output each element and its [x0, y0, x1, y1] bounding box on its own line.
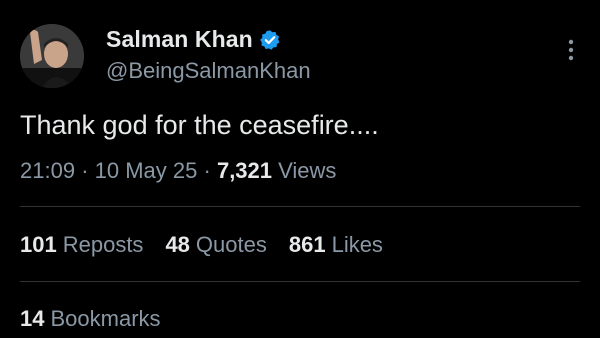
reposts-count: 101: [20, 232, 57, 257]
views-count: 7,321: [216, 158, 273, 183]
divider: [20, 281, 580, 282]
quotes-stat[interactable]: 48 Quotes: [165, 232, 266, 258]
author-name-row: Salman Khan: [106, 26, 281, 53]
likes-count: 861: [288, 232, 326, 257]
likes-stat[interactable]: 861 Likes: [289, 232, 383, 258]
likes-label: Likes: [331, 232, 383, 257]
avatar[interactable]: [20, 24, 84, 88]
meta-separator: ·: [81, 158, 89, 183]
reposts-stat[interactable]: 101 Reposts: [20, 232, 143, 258]
quotes-count: 48: [165, 232, 190, 257]
tweet-meta: 21:09 · 10 May 25 · 7,321 Views: [20, 158, 336, 184]
bookmarks-count: 14: [20, 306, 45, 331]
author-handle[interactable]: @BeingSalmanKhan: [106, 58, 311, 84]
display-name[interactable]: Salman Khan: [106, 26, 253, 53]
reposts-label: Reposts: [62, 232, 144, 257]
tweet-time[interactable]: 21:09: [20, 158, 75, 183]
bookmarks-label: Bookmarks: [50, 306, 161, 331]
bookmarks-stat[interactable]: 14 Bookmarks: [20, 306, 161, 332]
views-label: Views: [278, 158, 337, 183]
tweet-text: Thank god for the ceasefire....: [20, 110, 379, 140]
tweet-date[interactable]: 10 May 25: [95, 158, 198, 183]
more-options-icon[interactable]: [568, 38, 574, 62]
divider: [20, 206, 580, 207]
profile-photo-icon: [20, 24, 84, 88]
engagement-stats: 101 Reposts 48 Quotes 861 Likes: [20, 232, 383, 258]
verified-badge-icon[interactable]: [259, 29, 281, 51]
meta-separator: ·: [203, 158, 211, 183]
quotes-label: Quotes: [195, 232, 267, 257]
